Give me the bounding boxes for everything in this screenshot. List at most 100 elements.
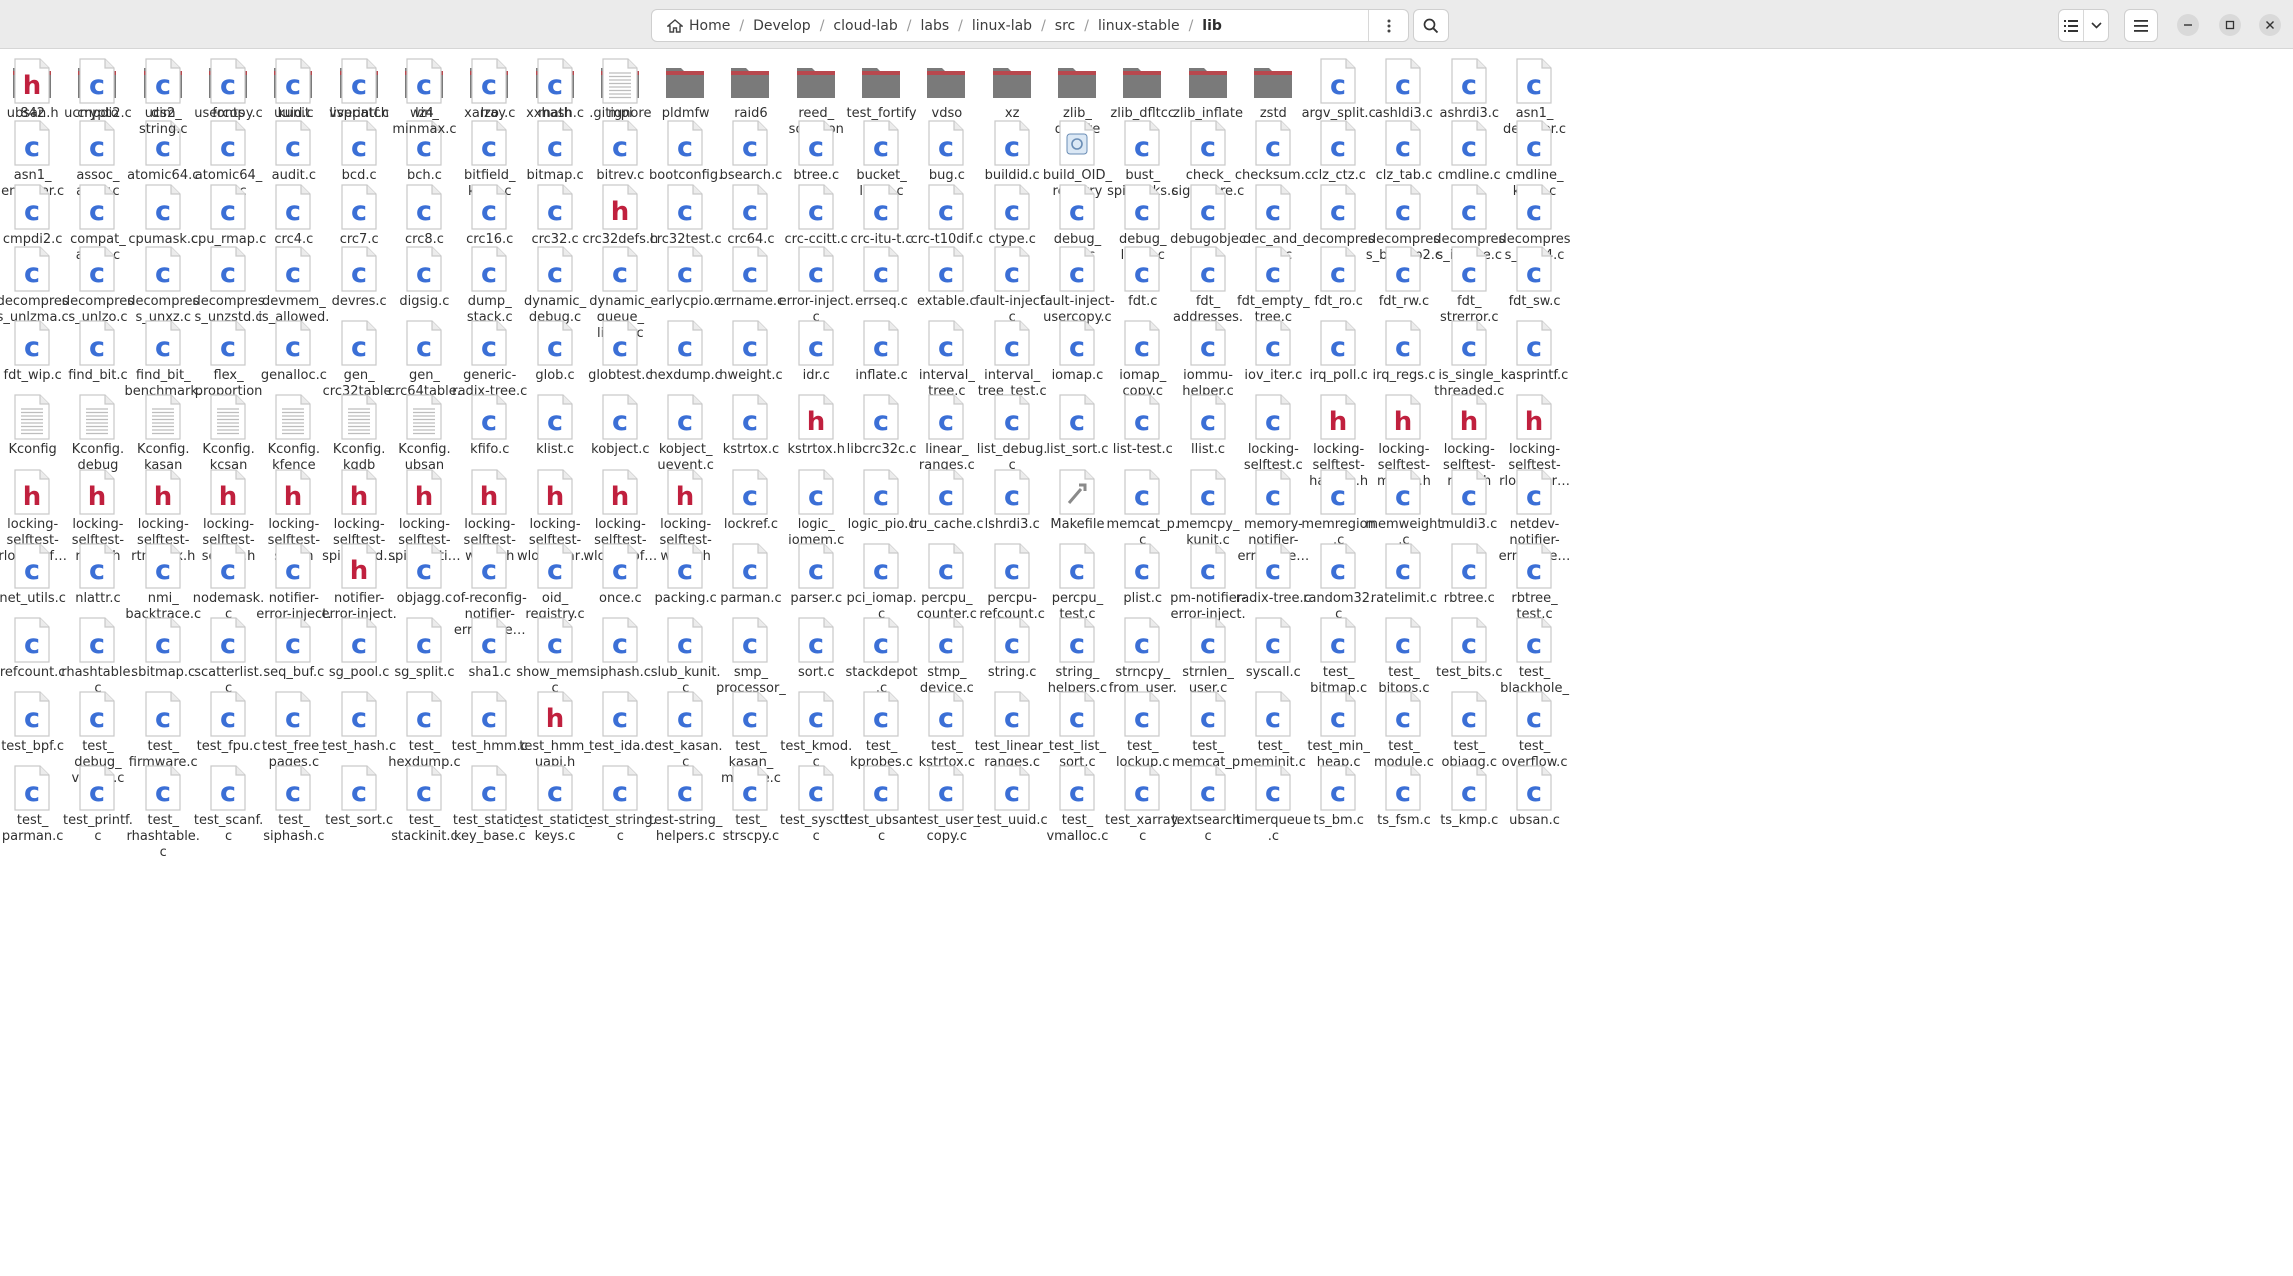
search-button[interactable] [1413,9,1449,42]
breadcrumb-labs[interactable]: labs [913,10,956,41]
svg-text:c: c [938,132,954,163]
svg-text:c: c [612,555,628,586]
c-source-file-icon: c [210,691,246,737]
svg-text:c: c [742,332,758,363]
svg-text:c: c [1069,555,1085,586]
breadcrumb-home[interactable]: Home [660,10,737,41]
text-file-icon [210,394,246,440]
svg-text:c: c [1461,777,1477,808]
svg-text:c: c [873,332,889,363]
svg-text:c: c [220,555,236,586]
svg-text:c: c [1200,132,1216,163]
maximize-icon [2225,20,2235,30]
c-source-file-icon: c [1516,617,1552,663]
svg-text:c: c [285,629,301,660]
svg-text:c: c [1395,629,1411,660]
svg-text:c: c [808,555,824,586]
svg-text:h: h [415,482,434,512]
svg-text:c: c [1461,196,1477,227]
c-source-file-icon: c [994,184,1030,230]
main-menu-button[interactable] [2124,9,2158,42]
svg-text:c: c [89,777,105,808]
chevron-down-icon [2091,22,2102,29]
c-source-file-icon: c [798,765,834,811]
c-source-file-icon: c [1516,320,1552,366]
svg-text:c: c [938,555,954,586]
breadcrumb-cloud-lab[interactable]: cloud-lab [826,10,904,41]
maximize-button[interactable] [2219,14,2241,36]
minimize-button[interactable] [2177,14,2199,36]
svg-text:c: c [24,555,40,586]
c-header-file-icon: h [341,543,377,589]
c-source-file-icon: c [406,58,442,104]
c-source-file-icon: c [1255,469,1291,515]
breadcrumb-src[interactable]: src [1048,10,1082,41]
svg-text:c: c [1526,555,1542,586]
svg-text:c: c [1004,196,1020,227]
svg-text:c: c [1461,70,1477,101]
list-view-button[interactable] [2059,10,2083,41]
breadcrumb-lib[interactable]: lib [1195,10,1229,41]
svg-text:c: c [285,258,301,289]
svg-text:c: c [1069,196,1085,227]
breadcrumb-develop[interactable]: Develop [746,10,818,41]
c-source-file-icon: c [667,691,703,737]
c-source-file-icon: c [667,394,703,440]
breadcrumb-linux-lab[interactable]: linux-lab [965,10,1039,41]
c-source-file-icon: c [602,246,638,292]
svg-text:c: c [24,629,40,660]
c-source-file-icon: c [210,543,246,589]
svg-text:c: c [742,703,758,734]
svg-text:c: c [808,777,824,808]
close-button[interactable] [2259,14,2281,36]
c-source-file-icon: c [536,394,573,440]
svg-text:c: c [938,196,954,227]
svg-text:c: c [1330,258,1346,289]
svg-text:c: c [1134,481,1150,512]
c-source-file-icon: c [602,394,638,440]
c-source-file-icon: c [210,617,246,663]
svg-text:c: c [677,555,693,586]
svg-text:c: c [416,332,432,363]
breadcrumb-linux-stable[interactable]: linux-stable [1091,10,1187,41]
c-source-file-icon: c [994,543,1030,589]
svg-text:c: c [1265,703,1281,734]
svg-text:c: c [24,777,40,808]
location-bar[interactable]: Home / Develop / cloud-lab / labs / linu… [651,9,1409,42]
svg-text:c: c [351,332,367,363]
c-source-file-icon: c [210,120,246,166]
c-source-file-icon: c [14,184,50,230]
svg-text:c: c [547,258,563,289]
svg-text:c: c [1069,629,1085,660]
svg-text:c: c [481,70,497,101]
svg-text:c: c [24,258,40,289]
c-source-file-icon: c [536,184,573,230]
c-source-file-icon: c [667,120,703,166]
svg-text:c: c [481,703,497,734]
breadcrumb-separator: / [1188,17,1194,34]
c-source-file-icon: c [406,765,442,811]
svg-text:h: h [1329,407,1348,437]
c-source-file-icon: c [994,246,1030,292]
path-menu-button[interactable] [1368,10,1408,41]
c-source-file-icon: c [667,765,703,811]
view-options-dropdown[interactable] [2083,10,2108,41]
svg-text:c: c [1265,777,1281,808]
c-source-file-icon: c [1189,246,1226,292]
svg-text:c: c [1004,406,1020,437]
svg-text:c: c [1395,777,1411,808]
c-header-file-icon: h [1451,394,1487,440]
svg-text:c: c [481,132,497,163]
c-source-file-icon: c [798,184,834,230]
c-source-file-icon: c [1320,120,1356,166]
c-source-file-icon: c [1059,320,1095,366]
svg-text:c: c [1200,777,1216,808]
svg-text:h: h [676,482,695,512]
svg-text:c: c [873,629,889,660]
c-source-file-icon: c [536,765,573,811]
view-switcher[interactable] [2058,9,2109,42]
svg-text:c: c [89,703,105,734]
svg-text:c: c [155,777,171,808]
svg-text:c: c [612,132,628,163]
c-source-file-icon: c [1059,617,1095,663]
